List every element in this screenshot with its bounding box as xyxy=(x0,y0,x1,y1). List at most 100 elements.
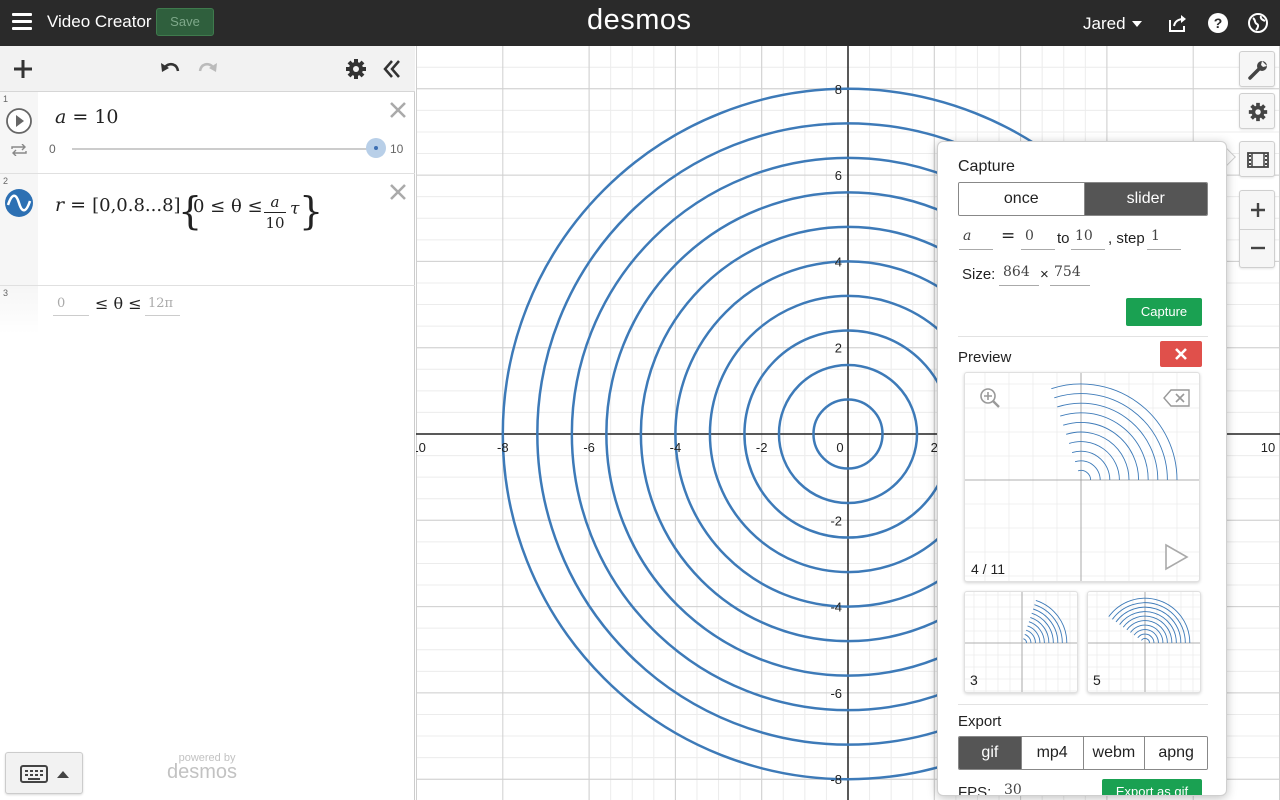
graph-tools-button[interactable] xyxy=(1239,51,1275,87)
thumbnail-next[interactable]: 5 xyxy=(1087,591,1201,693)
fraction-bar xyxy=(264,212,286,213)
divider xyxy=(958,336,1208,337)
chevron-down-icon[interactable] xyxy=(1132,21,1142,27)
y-tick-label: -6 xyxy=(830,686,842,701)
width-input[interactable]: 864 xyxy=(999,264,1039,286)
preview-arc xyxy=(1141,638,1150,644)
equals-sign: = xyxy=(1001,226,1016,246)
preview-frame[interactable]: 4 / 11 xyxy=(964,372,1200,582)
range-start-input[interactable]: 0 xyxy=(1021,228,1055,250)
play-icon[interactable] xyxy=(1163,543,1189,571)
gear-icon[interactable] xyxy=(344,57,368,81)
y-tick-label: 8 xyxy=(835,82,842,97)
format-gif-button[interactable]: gif xyxy=(959,737,1021,769)
delete-frame-icon[interactable] xyxy=(1163,389,1191,407)
expression-math[interactable]: r = [0,0.8...8] xyxy=(55,194,181,216)
fraction-numerator: a xyxy=(270,193,280,211)
times-sign: × xyxy=(1040,266,1049,283)
range-end-input[interactable]: 10 xyxy=(1071,228,1105,250)
language-icon[interactable] xyxy=(1247,12,1269,34)
expression-row-2[interactable]: 2 r = [0,0.8...8] { 0 ≤ θ ≤ a 10 τ } 0 ≤… xyxy=(0,174,415,316)
close-icon[interactable] xyxy=(389,183,407,201)
slider-track[interactable] xyxy=(72,148,376,150)
video-creator-panel: Capture once slider a = 0 to 10 , step 1… xyxy=(937,141,1227,796)
slider-variable-input[interactable]: a xyxy=(959,228,993,250)
mode-once-button[interactable]: once xyxy=(959,183,1084,215)
keyboard-icon xyxy=(20,765,48,783)
x-tick-label: -4 xyxy=(670,440,682,455)
clear-frames-button[interactable] xyxy=(1160,341,1202,367)
preview-arc xyxy=(1077,469,1092,481)
export-format-toggle: gif mp4 webm apng xyxy=(958,736,1208,770)
format-apng-button[interactable]: apng xyxy=(1144,737,1207,769)
zoom-controls xyxy=(1239,190,1275,268)
user-menu[interactable]: Jared xyxy=(1083,14,1126,34)
y-tick-label: -8 xyxy=(830,772,842,787)
film-icon xyxy=(1247,152,1269,168)
fps-input[interactable]: 30 xyxy=(1000,782,1034,795)
slider-max[interactable]: 10 xyxy=(390,142,403,156)
to-label: to xyxy=(1057,230,1070,247)
video-creator-button[interactable] xyxy=(1239,141,1275,177)
keyboard-toggle-button[interactable] xyxy=(5,752,83,794)
redo-icon[interactable] xyxy=(196,57,220,81)
preview-arc xyxy=(1023,638,1027,644)
format-webm-button[interactable]: webm xyxy=(1082,737,1145,769)
thumbnail-graph xyxy=(1088,592,1200,692)
condition-left: 0 ≤ θ ≤ xyxy=(193,196,263,217)
row-number: 3 xyxy=(3,288,9,298)
thumbnail-previous[interactable]: 3 xyxy=(964,591,1078,693)
share-icon[interactable] xyxy=(1167,12,1189,34)
frame-counter: 4 / 11 xyxy=(971,561,1005,577)
undo-icon[interactable] xyxy=(158,57,182,81)
zoom-out-icon[interactable] xyxy=(1249,239,1267,257)
variable-a: a xyxy=(55,106,67,128)
loop-icon[interactable] xyxy=(10,144,28,156)
row-number: 2 xyxy=(3,176,9,186)
desmos-logo: desmos xyxy=(587,4,692,36)
preview-title: Preview xyxy=(958,349,1012,366)
row-number: 1 xyxy=(3,94,9,104)
export-button[interactable]: Export as gif xyxy=(1102,779,1202,795)
step-input[interactable]: 1 xyxy=(1147,228,1181,250)
curve-color-icon[interactable] xyxy=(4,188,34,218)
format-mp4-button[interactable]: mp4 xyxy=(1020,737,1083,769)
preview-arc xyxy=(1054,393,1168,481)
close-icon[interactable] xyxy=(389,101,407,119)
height-input[interactable]: 754 xyxy=(1050,264,1090,286)
mode-slider-button[interactable]: slider xyxy=(1083,183,1207,215)
wrench-icon xyxy=(1248,61,1267,80)
slider-thumb[interactable] xyxy=(366,138,386,158)
help-icon[interactable]: ? xyxy=(1207,12,1229,34)
close-icon xyxy=(1175,348,1187,360)
fps-label: FPS: xyxy=(958,784,992,796)
expression-math[interactable]: a = 10 xyxy=(55,106,119,128)
save-button[interactable]: Save xyxy=(156,8,214,36)
divider xyxy=(958,704,1208,705)
slider-value: 10 xyxy=(94,106,119,128)
slider-min[interactable]: 0 xyxy=(49,142,56,156)
graph-settings-button[interactable] xyxy=(1239,93,1275,129)
collapse-panel-icon[interactable] xyxy=(380,57,404,81)
preview-arc xyxy=(1133,629,1159,644)
zoom-in-icon[interactable] xyxy=(1249,201,1267,219)
capture-mode-toggle: once slider xyxy=(958,182,1208,216)
x-tick-label: -6 xyxy=(583,440,595,455)
brace-close: } xyxy=(299,189,324,233)
list-literal: [0,0.8...8] xyxy=(92,195,181,216)
thumbnail-label: 5 xyxy=(1093,672,1101,688)
x-tick-label: -2 xyxy=(756,440,768,455)
expression-row-3[interactable]: 3 xyxy=(0,286,415,334)
powered-by: powered by desmos xyxy=(167,752,238,783)
preview-arc xyxy=(1024,634,1032,644)
equals-sign: = xyxy=(70,194,87,216)
zoom-in-icon[interactable] xyxy=(979,387,1001,409)
chevron-up-icon xyxy=(57,771,69,778)
y-tick-label: 2 xyxy=(835,341,842,356)
preview-arc xyxy=(1071,450,1111,481)
add-icon[interactable] xyxy=(11,57,35,81)
expression-row-1[interactable]: 1 a = 10 0 10 xyxy=(0,92,415,174)
menu-icon[interactable] xyxy=(12,13,32,31)
capture-button[interactable]: Capture xyxy=(1126,298,1202,326)
play-icon[interactable] xyxy=(5,107,33,135)
